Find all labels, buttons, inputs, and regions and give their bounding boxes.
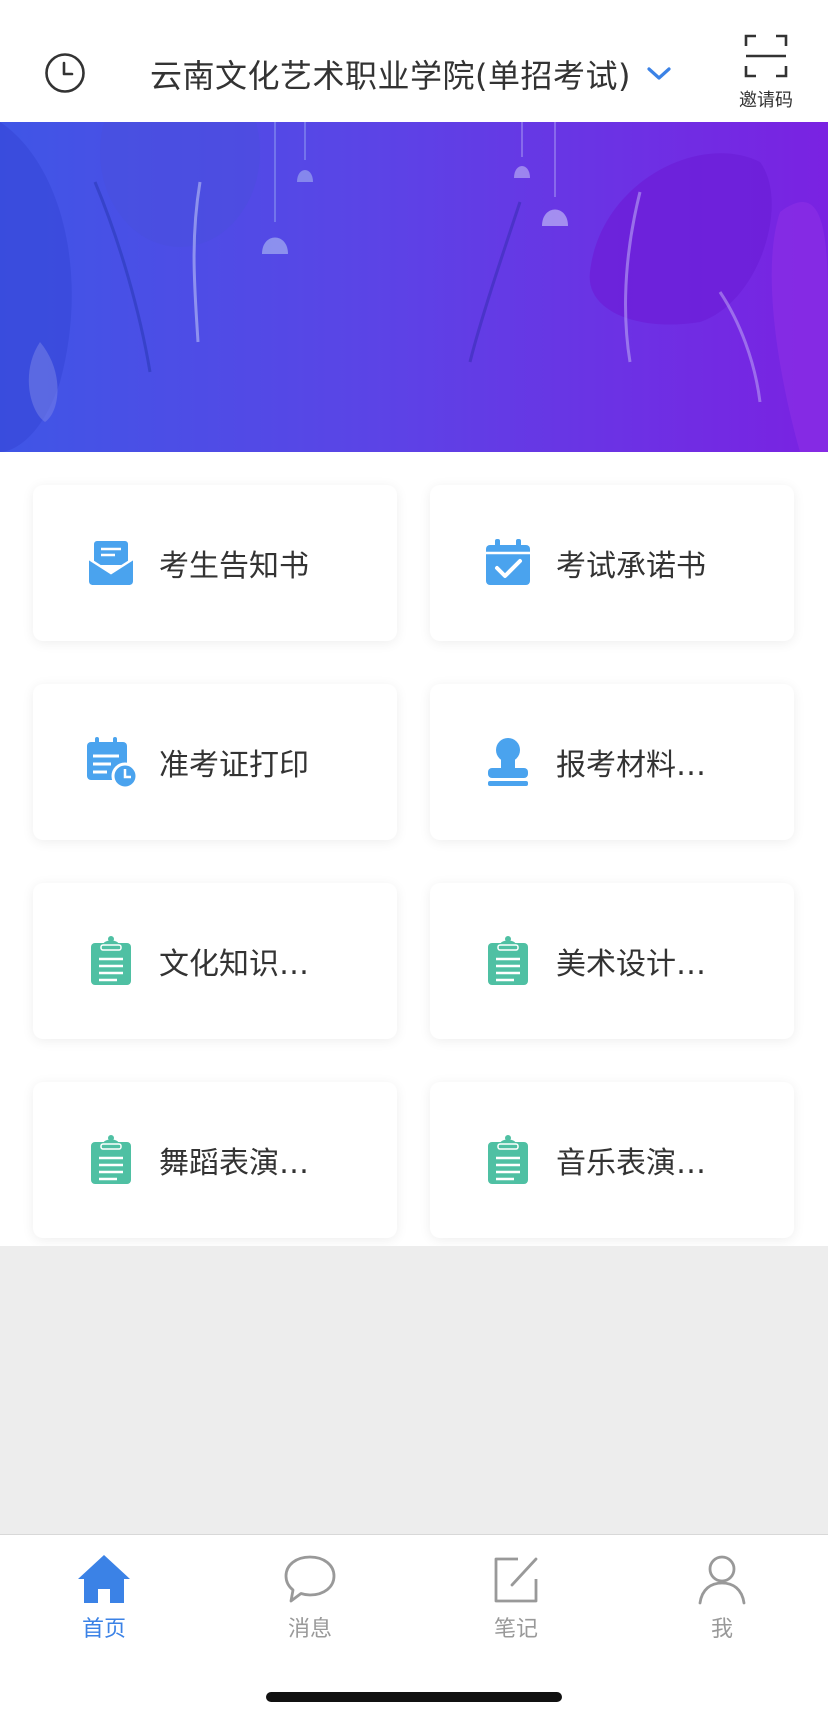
invite-code-label: 邀请码 (739, 90, 793, 111)
feature-grid: 考生告知书 考试承诺书 准考证打印 报考材料上传 文化知识考试 美术设计类… 舞… (0, 452, 828, 1246)
tab-label: 首页 (81, 1617, 126, 1642)
invite-code-button[interactable]: 邀请码 (736, 34, 796, 112)
card-label: 音乐表演考试 (556, 1146, 734, 1181)
card-label: 文化知识考试 (159, 947, 337, 982)
card-label: 准考证打印 (159, 748, 309, 783)
chevron-down-icon (647, 67, 671, 80)
banner-decoration (0, 122, 828, 452)
page-title: 云南文化艺术职业学院(单招考试) (150, 57, 631, 95)
scan-icon (744, 34, 788, 78)
empty-content-area (0, 1246, 828, 1534)
card-material-upload[interactable]: 报考材料上传 (430, 684, 794, 840)
card-dance-exam[interactable]: 舞蹈表演考试 (33, 1082, 397, 1238)
banner-image (0, 122, 828, 452)
clipboard-icon (488, 936, 528, 985)
tab-label: 笔记 (493, 1617, 538, 1642)
card-admission-ticket[interactable]: 准考证打印 (33, 684, 397, 840)
tab-notes[interactable]: 笔记 (456, 1551, 576, 1643)
card-music-exam[interactable]: 音乐表演考试 (430, 1082, 794, 1238)
user-icon (698, 1555, 746, 1605)
stamp-icon (488, 738, 528, 786)
chat-bubble-icon (284, 1555, 336, 1603)
clipboard-icon (488, 1135, 528, 1184)
card-art-design[interactable]: 美术设计类… (430, 883, 794, 1039)
card-label: 报考材料上传 (556, 748, 734, 783)
card-label: 美术设计类… (556, 947, 734, 982)
home-icon (78, 1555, 130, 1603)
top-nav-bar: 云南文化艺术职业学院(单招考试) 邀请码 (0, 0, 828, 122)
history-clock-icon[interactable] (44, 52, 86, 94)
tab-messages[interactable]: 消息 (250, 1551, 370, 1643)
tab-me[interactable]: 我 (662, 1551, 782, 1643)
calendar-check-icon (486, 539, 530, 585)
edit-note-icon (494, 1557, 538, 1603)
tab-label: 消息 (287, 1617, 332, 1642)
card-label: 考生告知书 (159, 549, 309, 584)
card-notice[interactable]: 考生告知书 (33, 485, 397, 641)
calendar-clock-icon (87, 737, 137, 788)
card-label: 舞蹈表演考试 (159, 1146, 337, 1181)
school-selector[interactable]: 云南文化艺术职业学院(单招考试) (150, 48, 673, 100)
clipboard-icon (91, 936, 131, 985)
card-commitment[interactable]: 考试承诺书 (430, 485, 794, 641)
card-label: 考试承诺书 (556, 549, 706, 584)
tab-home[interactable]: 首页 (44, 1551, 164, 1643)
card-culture-exam[interactable]: 文化知识考试 (33, 883, 397, 1039)
envelope-icon (88, 541, 134, 585)
tab-label: 我 (710, 1617, 733, 1642)
clipboard-icon (91, 1135, 131, 1184)
home-indicator (266, 1692, 562, 1702)
